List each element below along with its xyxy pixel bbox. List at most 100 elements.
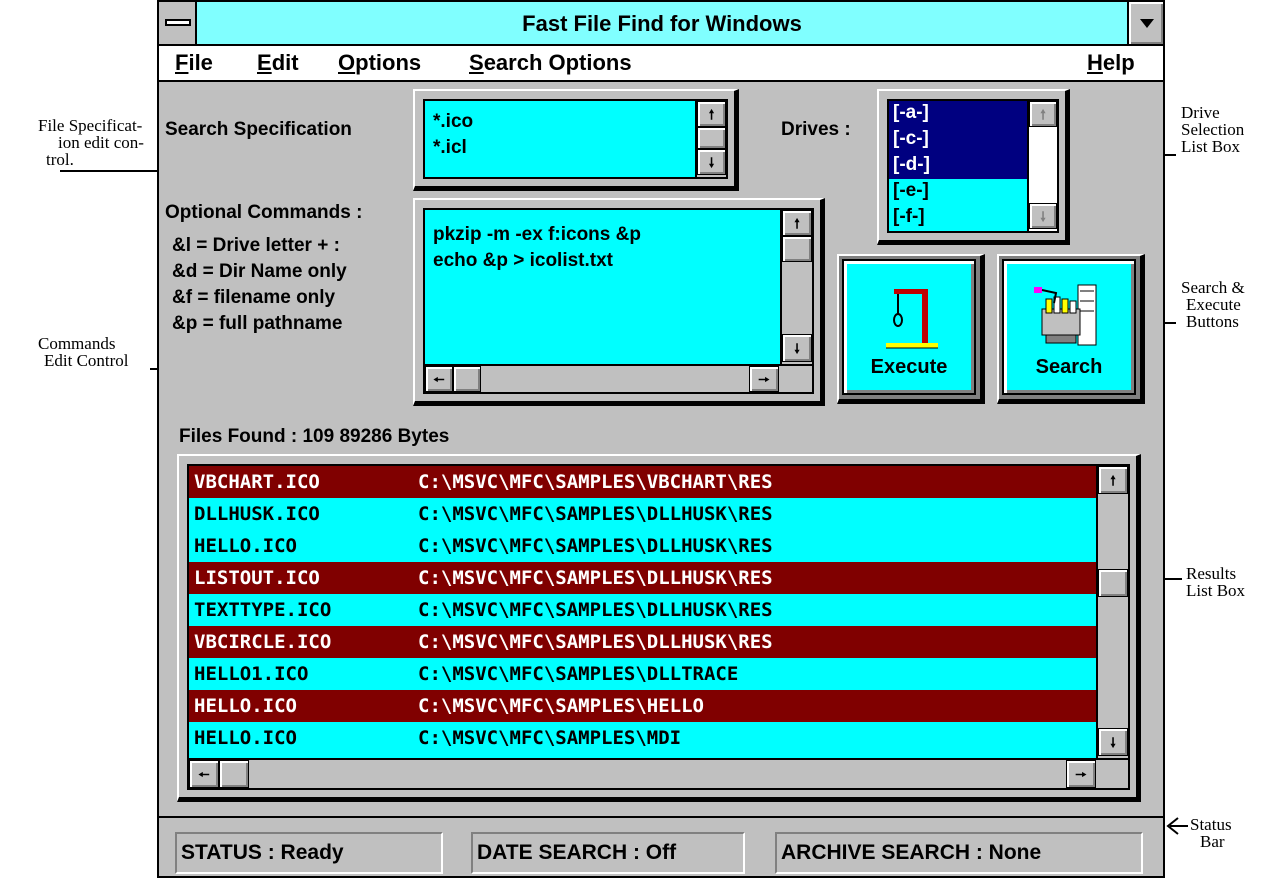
gallows-icon [886,289,938,349]
status-panel: STATUS : Ready [175,832,443,874]
drive-item-selected[interactable]: [-a-] [889,101,1027,127]
archive-search-panel: ARCHIVE SEARCH : None [775,832,1143,874]
table-row[interactable]: HELLO.ICO C:\MSVC\MFC\SAMPLES\DLLHUSK\RES [189,530,1096,562]
file-name: HELLO.ICO [194,727,297,749]
drive-item-label: [-c-] [893,128,929,149]
search-frame: Search [997,254,1145,404]
menu-bar: File Edit Options Search Options Help [159,46,1163,82]
drive-item-label: [-e-] [893,180,929,201]
scroll-up-arrow-icon[interactable]: 🠕 [1029,101,1057,127]
search-spec-line: *.icl [433,137,467,158]
file-path: C:\MSVC\MFC\SAMPLES\DLLHUSK\RES [418,567,773,589]
scroll-thumb[interactable] [697,127,726,149]
scroll-corner [1096,760,1128,788]
drive-item-label: [-a-] [893,102,929,123]
results-frame: VBCHART.ICO C:\MSVC\MFC\SAMPLES\VBCHART\R… [177,454,1141,802]
window-title: Fast File Find for Windows [522,11,802,36]
search-spec-frame: *.ico *.icl 🠕 🠗 [413,89,739,191]
search-spec-label: Search Specification [165,119,352,140]
search-spec-vscroll[interactable]: 🠕 🠗 [695,101,726,177]
drive-item-selected[interactable]: [-d-] [889,153,1027,179]
commands-frame: pkzip -m -ex f:icons &p echo &p > icolis… [413,198,825,406]
menu-edit[interactable]: Edit [257,50,299,76]
minimize-arrow-icon[interactable] [1127,2,1163,44]
execute-frame: Execute [837,254,985,404]
command-line: pkzip -m -ex f:icons &p [433,224,641,245]
search-button[interactable]: Search [1002,259,1136,395]
drive-item-selected[interactable]: [-c-] [889,127,1027,153]
legend-dir-name: &d = Dir Name only [172,261,347,282]
scroll-left-arrow-icon[interactable]: 🠔 [189,760,219,788]
table-row[interactable]: LISTOUT.ICO C:\MSVC\MFC\SAMPLES\DLLHUSK\R… [189,562,1096,594]
file-name: TEXTTYPE.ICO [194,599,332,621]
scroll-down-arrow-icon[interactable]: 🠗 [782,334,812,362]
file-path: C:\MSVC\MFC\SAMPLES\DLLHUSK\RES [418,535,773,557]
legend-filename: &f = filename only [172,287,336,308]
file-name: VBCIRCLE.ICO [194,631,332,653]
scroll-left-arrow-icon[interactable]: 🠔 [425,366,453,392]
scroll-down-arrow-icon[interactable]: 🠗 [697,149,726,175]
table-row[interactable]: HELLO.ICO C:\MSVC\MFC\SAMPLES\MDI [189,722,1096,754]
results-rows: VBCHART.ICO C:\MSVC\MFC\SAMPLES\VBCHART\R… [189,466,1096,754]
drives-listbox[interactable]: [-a-] [-c-] [-d-] [-e-] [-f-] 🠕 🠗 [887,99,1059,233]
file-path: C:\MSVC\MFC\SAMPLES\DLLTRACE [418,663,739,685]
table-row[interactable]: DLLHUSK.ICO C:\MSVC\MFC\SAMPLES\DLLHUSK\R… [189,498,1096,530]
file-path: C:\MSVC\MFC\SAMPLES\DLLHUSK\RES [418,631,773,653]
legend-full-pathname: &p = full pathname [172,313,343,334]
scroll-right-arrow-icon[interactable]: 🠖 [1066,760,1096,788]
optional-commands-label: Optional Commands : [165,202,363,223]
files-found-summary: Files Found : 109 89286 Bytes [179,426,450,447]
scroll-thumb[interactable] [1098,569,1128,597]
file-name: HELLO.ICO [194,535,297,557]
drives-frame: [-a-] [-c-] [-d-] [-e-] [-f-] 🠕 🠗 [877,89,1070,245]
menu-file[interactable]: File [175,50,213,76]
table-row[interactable]: VBCIRCLE.ICO C:\MSVC\MFC\SAMPLES\DLLHUSK\… [189,626,1096,658]
drive-item[interactable]: [-f-] [889,205,1027,231]
scroll-corner [779,366,812,392]
menu-options[interactable]: Options [338,50,421,76]
results-vscroll[interactable]: 🠕 🠗 [1096,466,1128,758]
file-path: C:\MSVC\MFC\SAMPLES\DLLHUSK\RES [418,503,773,525]
menu-search-options[interactable]: Search Options [469,50,632,76]
system-menu-icon[interactable] [159,2,197,44]
commands-edit[interactable]: pkzip -m -ex f:icons &p echo &p > icolis… [423,208,814,394]
menu-help[interactable]: Help [1087,50,1135,76]
execute-button[interactable]: Execute [842,259,976,395]
file-path: C:\MSVC\MFC\SAMPLES\HELLO [418,695,704,717]
scroll-up-arrow-icon[interactable]: 🠕 [1098,466,1128,494]
results-listbox[interactable]: VBCHART.ICO C:\MSVC\MFC\SAMPLES\VBCHART\R… [187,464,1130,790]
search-label: Search [1035,356,1103,378]
file-path: C:\MSVC\MFC\SAMPLES\MDI [418,727,682,749]
file-name: VBCHART.ICO [194,471,320,493]
scroll-up-arrow-icon[interactable]: 🠕 [782,210,812,236]
file-name: LISTOUT.ICO [194,567,320,589]
app-window: Fast File Find for Windows File Edit Opt… [157,0,1165,878]
execute-label: Execute [870,356,948,378]
file-name: HELLO.ICO [194,695,297,717]
drives-vscroll[interactable]: 🠕 🠗 [1027,101,1057,231]
commands-vscroll[interactable]: 🠕 🠗 [780,210,812,364]
table-row[interactable]: HELLO.ICO C:\MSVC\MFC\SAMPLES\HELLO [189,690,1096,722]
search-spec-edit[interactable]: *.ico *.icl 🠕 🠗 [423,99,728,179]
drive-item[interactable]: [-e-] [889,179,1027,205]
scroll-down-arrow-icon[interactable]: 🠗 [1098,728,1128,756]
results-hscroll[interactable]: 🠔 🠖 [189,758,1128,788]
command-line: echo &p > icolist.txt [433,250,614,271]
search-spec-line: *.ico [433,111,474,132]
title-bar[interactable]: Fast File Find for Windows [159,2,1163,46]
scroll-thumb[interactable] [453,366,481,392]
table-row[interactable]: HELLO1.ICO C:\MSVC\MFC\SAMPLES\DLLTRACE [189,658,1096,690]
status-bar: STATUS : Ready DATE SEARCH : Off ARCHIVE… [159,816,1163,876]
scroll-down-arrow-icon[interactable]: 🠗 [1029,203,1057,229]
scroll-thumb[interactable] [219,760,249,788]
scroll-right-arrow-icon[interactable]: 🠖 [749,366,779,392]
commands-hscroll[interactable]: 🠔 🠖 [425,364,812,392]
legend-drive-letter: &l = Drive letter + : [172,235,340,256]
drive-item-label: [-f-] [893,206,925,227]
file-drawer-icon [1034,284,1097,346]
table-row[interactable]: TEXTTYPE.ICO C:\MSVC\MFC\SAMPLES\DLLHUSK\… [189,594,1096,626]
scroll-up-arrow-icon[interactable]: 🠕 [697,101,726,127]
file-name: HELLO1.ICO [194,663,309,685]
table-row[interactable]: VBCHART.ICO C:\MSVC\MFC\SAMPLES\VBCHART\R… [189,466,1096,498]
scroll-thumb[interactable] [782,236,812,262]
